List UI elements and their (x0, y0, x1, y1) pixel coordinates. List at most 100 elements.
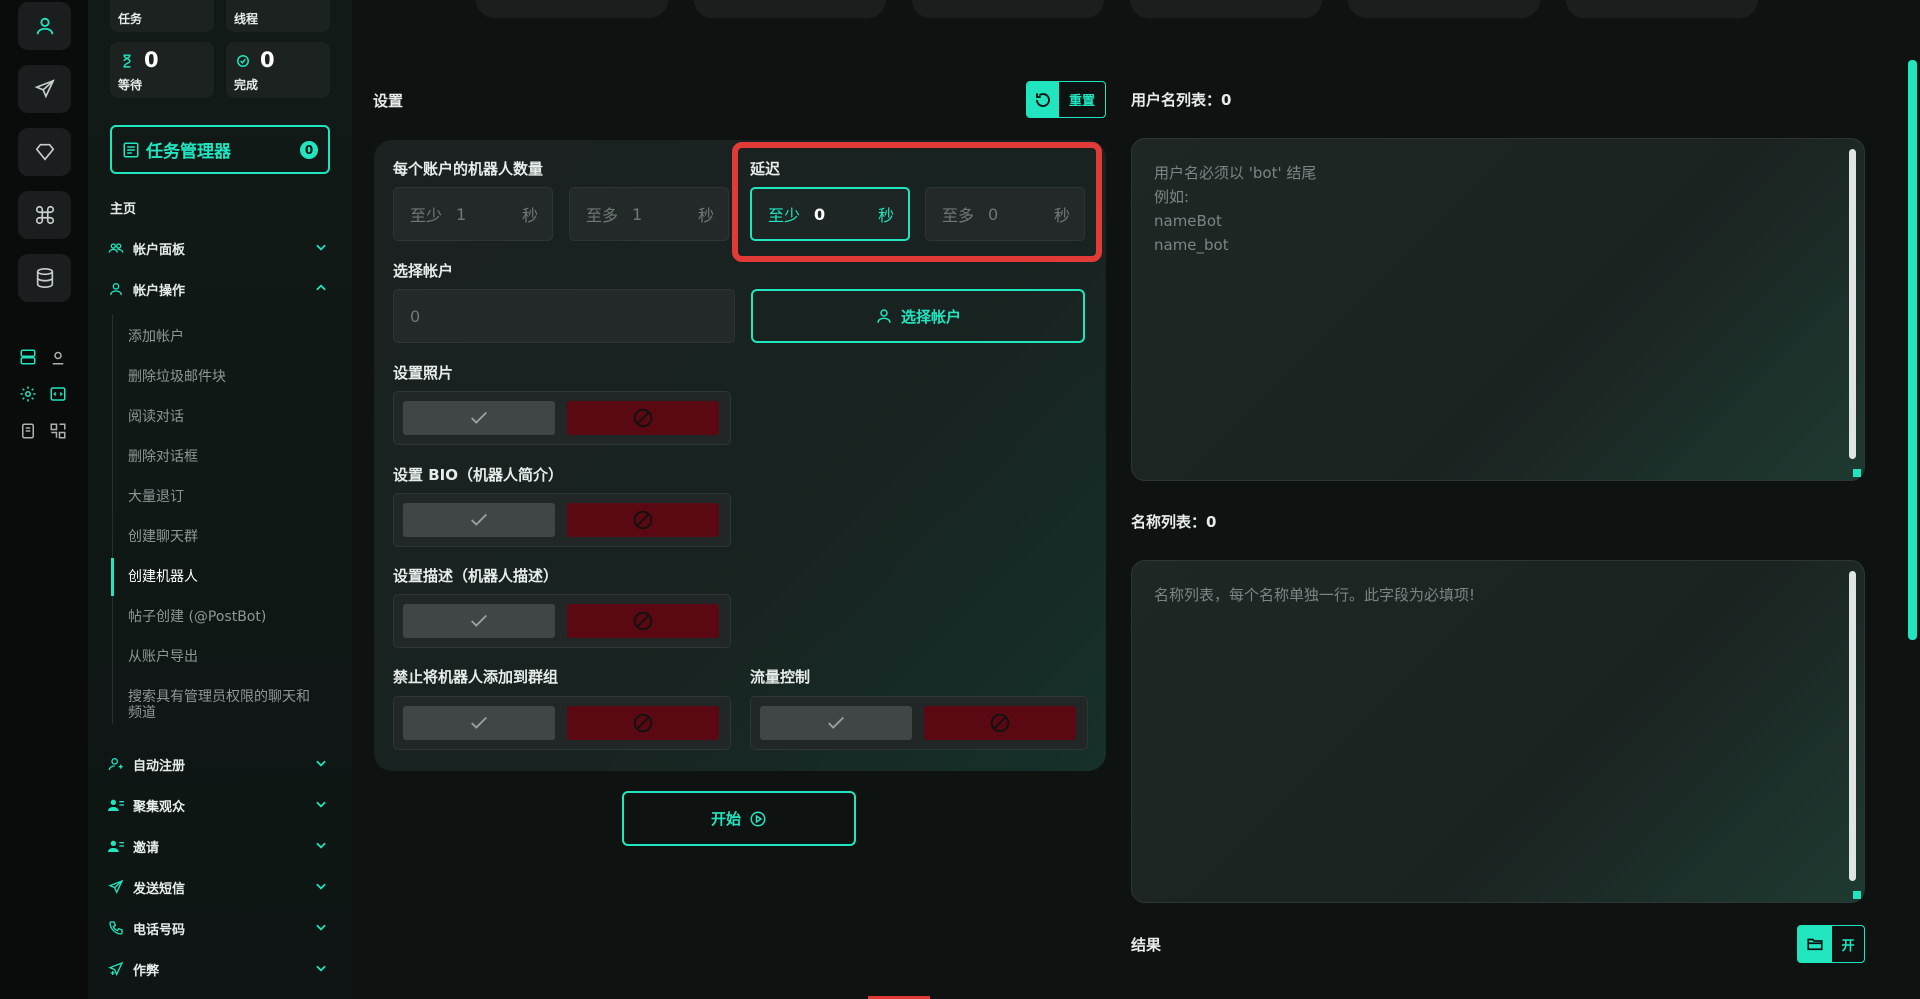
command-icon[interactable] (18, 191, 71, 239)
sub-item-delete-dialogs[interactable]: 删除对话框 (128, 449, 328, 465)
send-icon (108, 878, 126, 896)
settings-title: 设置 (373, 92, 404, 110)
nav-cheat[interactable]: 作弊 (108, 957, 334, 981)
task-manager-label: 任务管理器 (146, 142, 231, 162)
sub-item-export-from-account[interactable]: 从账户导出 (128, 649, 328, 665)
top-tab-4[interactable] (1130, 0, 1322, 18)
usernames-scrollbar[interactable] (1849, 149, 1856, 459)
bots-max-prefix: 至多 (586, 206, 619, 225)
traffic-control-toggle (750, 696, 1088, 750)
bots-per-account-label: 每个账户的机器人数量 (393, 160, 544, 178)
stat-waiting: 0 等待 (110, 42, 214, 98)
set-description-label: 设置描述（机器人描述） (393, 567, 559, 585)
sub-item-create-chat-group[interactable]: 创建聊天群 (128, 529, 328, 545)
bots-min-prefix: 至少 (410, 206, 443, 225)
usernames-textarea[interactable]: 用户名必须以 'bot' 结尾 例如: nameBot name_bot (1131, 138, 1865, 481)
set-description-no-button[interactable] (567, 604, 719, 638)
gear-icon[interactable] (18, 384, 38, 404)
nav-account-ops[interactable]: 帐户操作 (108, 277, 334, 301)
sub-item-search-admin-chats[interactable]: 搜索具有管理员权限的聊天和频道 (128, 689, 318, 721)
bots-max-unit: 秒 (697, 206, 714, 225)
top-tab-1[interactable] (476, 0, 668, 18)
submenu-active-indicator (111, 558, 114, 596)
set-bio-label: 设置 BIO（机器人简介） (393, 466, 563, 484)
sub-item-remove-spam-block[interactable]: 删除垃圾邮件块 (128, 369, 328, 385)
usernames-placeholder-line-2: 例如: (1154, 188, 1190, 206)
traffic-control-yes-button[interactable] (760, 706, 912, 740)
users-icon (108, 239, 126, 257)
sub-item-read-dialogs[interactable]: 阅读对话 (128, 409, 328, 425)
sub-item-mass-unsubscribe[interactable]: 大量退订 (128, 489, 328, 505)
reset-button[interactable]: 重置 (1026, 81, 1106, 118)
sub-item-post-creation[interactable]: 帖子创建 (@PostBot) (128, 609, 328, 625)
names-placeholder: 名称列表，每个名称单独一行。此字段为必填项! (1154, 586, 1476, 604)
usernames-placeholder-line-4: name_bot (1154, 236, 1229, 254)
names-title: 名称列表：0 (1131, 513, 1217, 531)
nav-account-panel[interactable]: 帐户面板 (108, 236, 334, 260)
forbid-groups-no-button[interactable] (567, 706, 719, 740)
start-button[interactable]: 开始 (622, 791, 856, 846)
nav-phone-numbers[interactable]: 电话号码 (108, 916, 334, 940)
user-plus-icon (108, 755, 126, 773)
open-folder-button[interactable]: 开 (1797, 925, 1865, 963)
delay-min-input[interactable]: 至少 0 秒 (750, 187, 910, 241)
chevron-down-icon (316, 924, 326, 931)
bots-min-value: 1 (456, 204, 467, 224)
top-tab-6[interactable] (1566, 0, 1758, 18)
server-icon[interactable] (18, 347, 38, 367)
code-window-icon[interactable] (48, 384, 68, 404)
names-scrollbar[interactable] (1849, 571, 1856, 881)
task-manager-button[interactable]: 任务管理器 0 (110, 125, 330, 174)
set-photo-yes-button[interactable] (403, 401, 555, 435)
stat-threads: 线程 (226, 0, 330, 32)
usernames-title: 用户名列表：0 (1131, 91, 1232, 109)
set-description-yes-button[interactable] (403, 604, 555, 638)
user-icon (877, 309, 891, 323)
nav-gather-audience[interactable]: 聚集观众 (108, 793, 334, 817)
delay-max-input[interactable]: 至多 0 秒 (925, 187, 1085, 241)
set-bio-no-button[interactable] (567, 503, 719, 537)
select-account-button[interactable]: 选择帐户 (751, 289, 1085, 343)
top-tab-3[interactable] (912, 0, 1104, 18)
page-scrollbar[interactable] (1908, 60, 1917, 640)
delay-min-value: 0 (814, 204, 826, 224)
profile-icon[interactable] (18, 2, 71, 50)
select-account-label: 选择帐户 (393, 262, 454, 280)
reset-label: 重置 (1068, 94, 1095, 109)
usernames-placeholder-line-1: 用户名必须以 'bot' 结尾 (1154, 164, 1317, 182)
grid-icon[interactable] (48, 421, 68, 441)
forbid-groups-yes-button[interactable] (403, 706, 555, 740)
refresh-icon (1027, 82, 1059, 117)
set-photo-no-button[interactable] (567, 401, 719, 435)
bots-min-input[interactable]: 至少 1 秒 (393, 187, 553, 241)
sub-item-create-bot[interactable]: 创建机器人 (128, 569, 328, 585)
sub-item-add-account[interactable]: 添加帐户 (128, 329, 328, 345)
nav-auto-register-label: 自动注册 (133, 758, 186, 774)
nav-cheat-label: 作弊 (133, 963, 160, 979)
document-icon[interactable] (18, 421, 38, 441)
nav-invite[interactable]: 邀请 (108, 834, 334, 858)
nav-send-sms[interactable]: 发送短信 (108, 875, 334, 899)
ban-icon (633, 510, 653, 530)
check-icon (471, 716, 487, 729)
database-icon[interactable] (18, 254, 71, 302)
check-circle-icon (237, 55, 249, 67)
set-bio-yes-button[interactable] (403, 503, 555, 537)
traffic-control-no-button[interactable] (924, 706, 1076, 740)
delay-min-unit: 秒 (877, 206, 894, 225)
top-tab-5[interactable] (1348, 0, 1540, 18)
top-tab-2[interactable] (694, 0, 886, 18)
names-resize-handle[interactable] (1853, 891, 1861, 899)
diamond-icon[interactable] (18, 128, 71, 176)
bots-max-input[interactable]: 至多 1 秒 (569, 187, 729, 241)
names-textarea[interactable]: 名称列表，每个名称单独一行。此字段为必填项! (1131, 560, 1865, 903)
user-list-icon (108, 796, 126, 814)
icon-rail (0, 0, 88, 999)
send-icon[interactable] (18, 65, 71, 113)
task-list-icon (123, 142, 139, 157)
nav-auto-register[interactable]: 自动注册 (108, 752, 334, 776)
map-pin-icon[interactable] (48, 347, 68, 367)
selected-accounts-input[interactable]: 0 (393, 289, 735, 343)
usernames-resize-handle[interactable] (1853, 469, 1861, 477)
nav-send-sms-label: 发送短信 (133, 881, 186, 897)
